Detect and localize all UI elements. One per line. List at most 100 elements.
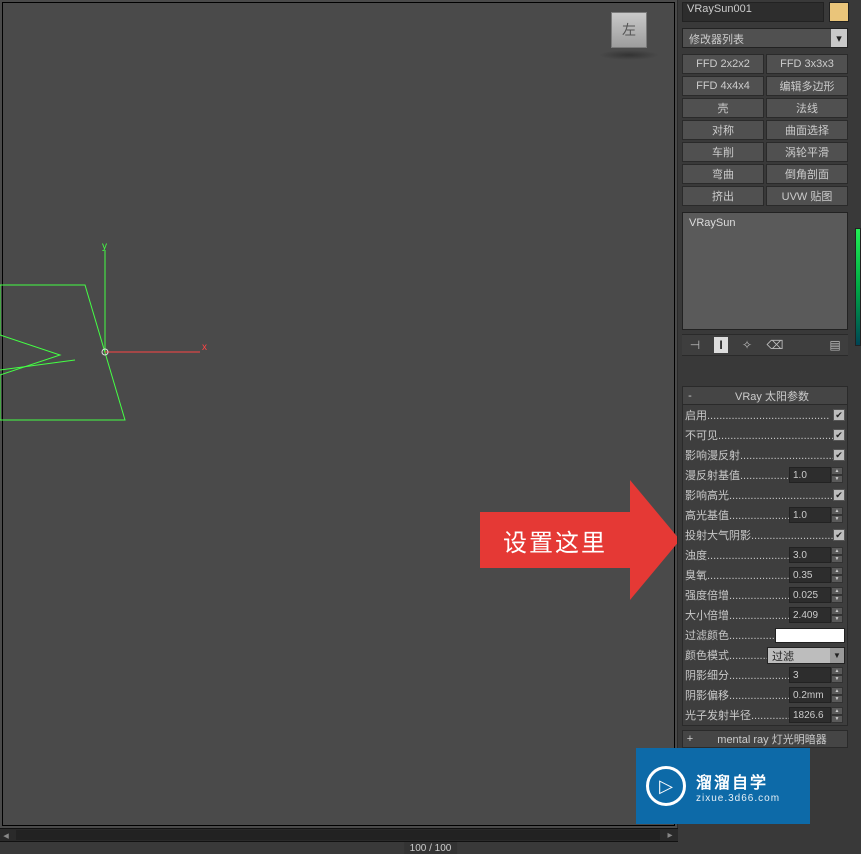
param-spinner[interactable]: ▲▼ (789, 467, 845, 483)
param-spinner-input[interactable] (789, 607, 831, 623)
modifier-list-dropdown[interactable]: 修改器列表 ▾ (682, 28, 848, 48)
param-spinner[interactable]: ▲▼ (789, 607, 845, 623)
pin-icon[interactable]: ⊣ (686, 336, 704, 354)
make-unique-icon[interactable]: ✧ (738, 336, 756, 354)
modifier-button[interactable]: UVW 贴图 (766, 186, 848, 206)
timeline-right-icon[interactable]: ▸ (664, 829, 676, 841)
modifier-button[interactable]: FFD 2x2x2 (682, 54, 764, 74)
param-row: 漫反射基值...................................… (683, 465, 847, 485)
modifier-list-label: 修改器列表 (689, 34, 744, 46)
param-checkbox[interactable]: ✔ (833, 449, 845, 461)
spinner-down-icon[interactable]: ▼ (831, 615, 843, 623)
spinner-down-icon[interactable]: ▼ (831, 555, 843, 563)
param-spinner[interactable]: ▲▼ (789, 587, 845, 603)
modifier-button[interactable]: FFD 3x3x3 (766, 54, 848, 74)
spinner-down-icon[interactable]: ▼ (831, 515, 843, 523)
param-spinner[interactable]: ▲▼ (789, 547, 845, 563)
param-label: 大小倍增....................................… (685, 607, 789, 623)
param-checkbox[interactable]: ✔ (833, 409, 845, 421)
spinner-down-icon[interactable]: ▼ (831, 675, 843, 683)
frame-display: 100 / 100 (404, 842, 458, 854)
spinner-up-icon[interactable]: ▲ (831, 667, 843, 675)
configure-icon[interactable]: ▤ (826, 336, 844, 354)
param-row: 不可见.....................................… (683, 425, 847, 445)
param-row: 浊度......................................… (683, 545, 847, 565)
param-spinner-input[interactable] (789, 667, 831, 683)
spinner-up-icon[interactable]: ▲ (831, 507, 843, 515)
param-color-field[interactable] (775, 628, 845, 643)
spinner-up-icon[interactable]: ▲ (831, 547, 843, 555)
param-select-value: 过滤 (768, 648, 830, 663)
modifier-button[interactable]: 涡轮平滑 (766, 142, 848, 162)
stack-item[interactable]: VRaySun (689, 217, 841, 229)
modifier-button[interactable]: 车削 (682, 142, 764, 162)
spinner-down-icon[interactable]: ▼ (831, 575, 843, 583)
param-row: 阴影细分....................................… (683, 665, 847, 685)
spinner-up-icon[interactable]: ▲ (831, 707, 843, 715)
modifier-button[interactable]: 对称 (682, 120, 764, 140)
param-spinner-input[interactable] (789, 567, 831, 583)
param-spinner-input[interactable] (789, 467, 831, 483)
param-spinner[interactable]: ▲▼ (789, 687, 845, 703)
spinner-down-icon[interactable]: ▼ (831, 475, 843, 483)
param-spinner-input[interactable] (789, 707, 831, 723)
show-end-result-icon[interactable]: I (714, 337, 728, 353)
viewport[interactable]: 左 y x 设置这里 (0, 0, 678, 828)
param-spinner-input[interactable] (789, 507, 831, 523)
param-spinner[interactable]: ▲▼ (789, 667, 845, 683)
spinner-up-icon[interactable]: ▲ (831, 467, 843, 475)
stack-scroll-indicator (855, 228, 861, 346)
param-spinner[interactable]: ▲▼ (789, 567, 845, 583)
param-label: 强度倍增....................................… (685, 587, 789, 603)
modifier-button[interactable]: FFD 4x4x4 (682, 76, 764, 96)
object-name-field[interactable]: VRaySun001 (682, 2, 824, 22)
rollout-toggle-icon: - (683, 390, 697, 402)
modifier-stack[interactable]: VRaySun (682, 212, 848, 330)
mental-ray-rollout[interactable]: + mental ray 灯光明暗器 (682, 730, 848, 748)
modifier-button[interactable]: 弯曲 (682, 164, 764, 184)
modifier-button[interactable]: 壳 (682, 98, 764, 118)
spinner-up-icon[interactable]: ▲ (831, 567, 843, 575)
param-row: 阴影偏移....................................… (683, 685, 847, 705)
watermark-play-icon: ▷ (646, 766, 686, 806)
modifier-button[interactable]: 挤出 (682, 186, 764, 206)
viewcube[interactable]: 左 (611, 12, 647, 48)
spinner-up-icon[interactable]: ▲ (831, 587, 843, 595)
param-spinner-input[interactable] (789, 587, 831, 603)
param-spinner-input[interactable] (789, 687, 831, 703)
param-checkbox[interactable]: ✔ (833, 489, 845, 501)
spinner-up-icon[interactable]: ▲ (831, 687, 843, 695)
param-label: 影响高光....................................… (685, 487, 833, 503)
param-spinner[interactable]: ▲▼ (789, 507, 845, 523)
chevron-down-icon: ▼ (830, 648, 844, 663)
modifier-button[interactable]: 编辑多边形 (766, 76, 848, 96)
command-panel: VRaySun001 修改器列表 ▾ FFD 2x2x2FFD 3x3x3FFD… (678, 0, 861, 854)
object-color-swatch[interactable] (829, 2, 849, 22)
timeline[interactable]: ◂ ▸ (0, 828, 678, 842)
spinner-down-icon[interactable]: ▼ (831, 695, 843, 703)
param-row: 光子发射半径..................................… (683, 705, 847, 725)
modifier-button[interactable]: 法线 (766, 98, 848, 118)
remove-modifier-icon[interactable]: ⌫ (766, 336, 784, 354)
param-label: 浊度......................................… (685, 547, 789, 563)
modifier-button[interactable]: 倒角剖面 (766, 164, 848, 184)
rollout2-toggle-icon: + (683, 733, 697, 745)
param-spinner[interactable]: ▲▼ (789, 707, 845, 723)
param-select[interactable]: 过滤▼ (767, 647, 845, 664)
chevron-down-icon: ▾ (831, 29, 847, 47)
param-label: 高光基值....................................… (685, 507, 789, 523)
spinner-up-icon[interactable]: ▲ (831, 607, 843, 615)
param-checkbox[interactable]: ✔ (833, 529, 845, 541)
viewport-inner (2, 2, 675, 826)
rollout-header[interactable]: - VRay 太阳参数 (683, 387, 847, 405)
param-label: 臭氧......................................… (685, 567, 789, 583)
spinner-down-icon[interactable]: ▼ (831, 595, 843, 603)
timeline-left-icon[interactable]: ◂ (0, 829, 12, 842)
param-spinner-input[interactable] (789, 547, 831, 563)
param-label: 漫反射基值...................................… (685, 467, 789, 483)
timeline-track[interactable] (16, 830, 660, 840)
param-checkbox[interactable]: ✔ (833, 429, 845, 441)
param-label: 投射大气阴影..................................… (685, 527, 833, 543)
modifier-button[interactable]: 曲面选择 (766, 120, 848, 140)
spinner-down-icon[interactable]: ▼ (831, 715, 843, 723)
